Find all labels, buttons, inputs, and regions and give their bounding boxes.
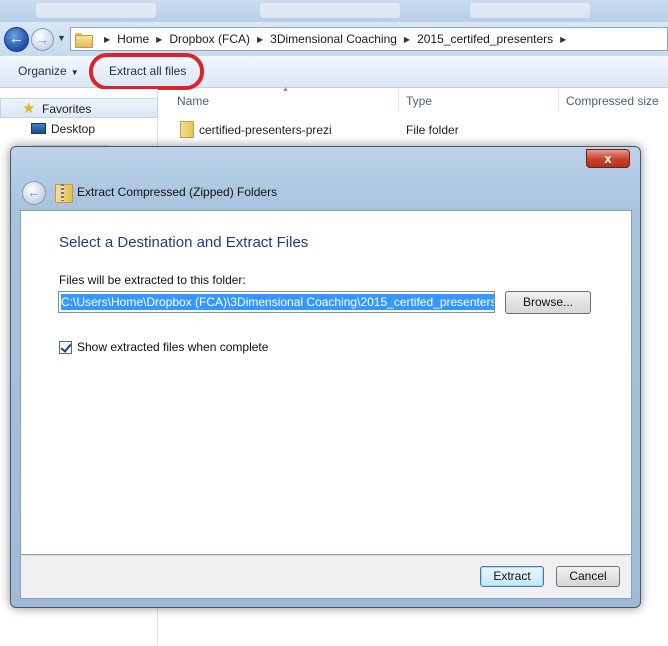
breadcrumb-home[interactable]: Home bbox=[117, 32, 149, 46]
chevron-down-icon: ▼ bbox=[70, 68, 79, 77]
address-bar[interactable]: ▶ Home ▶ Dropbox (FCA) ▶ 3Dimensional Co… bbox=[70, 27, 668, 51]
browse-button[interactable]: Browse... bbox=[505, 291, 591, 314]
column-header-compressed-size[interactable]: Compressed size bbox=[566, 94, 659, 108]
folder-icon bbox=[178, 121, 194, 138]
file-row-type: File folder bbox=[406, 123, 459, 137]
show-files-checkbox[interactable] bbox=[59, 340, 72, 354]
folder-icon bbox=[75, 32, 93, 48]
column-header-type[interactable]: Type bbox=[406, 94, 432, 108]
organize-button[interactable]: Organize ▼ bbox=[18, 64, 79, 78]
extract-button[interactable]: Extract bbox=[480, 566, 544, 587]
recent-pages-dropdown-icon[interactable]: ▼ bbox=[57, 33, 66, 43]
show-files-checkbox-label[interactable]: Show extracted files when complete bbox=[77, 340, 268, 354]
back-arrow-icon[interactable]: ← bbox=[4, 27, 29, 52]
nav-item-desktop[interactable]: Desktop bbox=[51, 122, 95, 136]
column-divider[interactable] bbox=[558, 89, 559, 111]
nav-item-label: Favorites bbox=[42, 102, 92, 116]
chevron-right-icon[interactable]: ▶ bbox=[560, 35, 566, 44]
close-button[interactable]: x bbox=[586, 149, 630, 168]
breadcrumb-dropbox[interactable]: Dropbox (FCA) bbox=[169, 32, 250, 46]
blurred-tab bbox=[36, 3, 156, 18]
zipped-folder-icon bbox=[55, 184, 73, 203]
chevron-right-icon[interactable]: ▶ bbox=[104, 35, 110, 44]
dialog-heading: Select a Destination and Extract Files bbox=[59, 234, 309, 251]
address-row: ← → ▼ ▶ Home ▶ Dropbox (FCA) ▶ 3Dimensio… bbox=[0, 22, 668, 56]
column-divider[interactable] bbox=[398, 89, 399, 111]
blurred-tab bbox=[260, 3, 400, 18]
extract-dialog: x ← Extract Compressed (Zipped) Folders … bbox=[10, 146, 641, 608]
chevron-right-icon[interactable]: ▶ bbox=[257, 35, 263, 44]
file-row-name[interactable]: certified-presenters-prezi bbox=[199, 123, 332, 137]
blurred-tab bbox=[470, 3, 590, 18]
sort-ascending-icon: ▲ bbox=[282, 86, 289, 93]
show-files-option[interactable]: Show extracted files when complete bbox=[59, 340, 268, 354]
dialog-title: Extract Compressed (Zipped) Folders bbox=[77, 185, 278, 199]
dialog-footer: Extract Cancel bbox=[20, 555, 632, 599]
cancel-button[interactable]: Cancel bbox=[556, 566, 620, 587]
desktop-icon bbox=[31, 123, 46, 134]
breadcrumb-current-folder[interactable]: 2015_certifed_presenters bbox=[417, 32, 553, 46]
nav-item-favorites[interactable]: ★ Favorites bbox=[0, 98, 158, 118]
organize-label: Organize bbox=[18, 64, 67, 78]
destination-label: Files will be extracted to this folder: bbox=[59, 273, 246, 287]
breadcrumb-3dimensional-coaching[interactable]: 3Dimensional Coaching bbox=[270, 32, 397, 46]
back-arrow-icon[interactable]: ← bbox=[22, 181, 46, 205]
destination-path-value: C:\Users\Home\Dropbox (FCA)\3Dimensional… bbox=[61, 294, 494, 310]
chevron-right-icon[interactable]: ▶ bbox=[156, 35, 162, 44]
highlight-ring-annotation bbox=[89, 53, 204, 90]
star-icon: ★ bbox=[22, 100, 36, 117]
destination-path-input[interactable]: C:\Users\Home\Dropbox (FCA)\3Dimensional… bbox=[58, 291, 495, 313]
dialog-content: Select a Destination and Extract Files F… bbox=[20, 210, 632, 555]
explorer-title-bar bbox=[0, 0, 668, 22]
column-header-name[interactable]: Name bbox=[177, 94, 209, 108]
chevron-right-icon[interactable]: ▶ bbox=[404, 35, 410, 44]
forward-arrow-icon[interactable]: → bbox=[31, 28, 54, 51]
